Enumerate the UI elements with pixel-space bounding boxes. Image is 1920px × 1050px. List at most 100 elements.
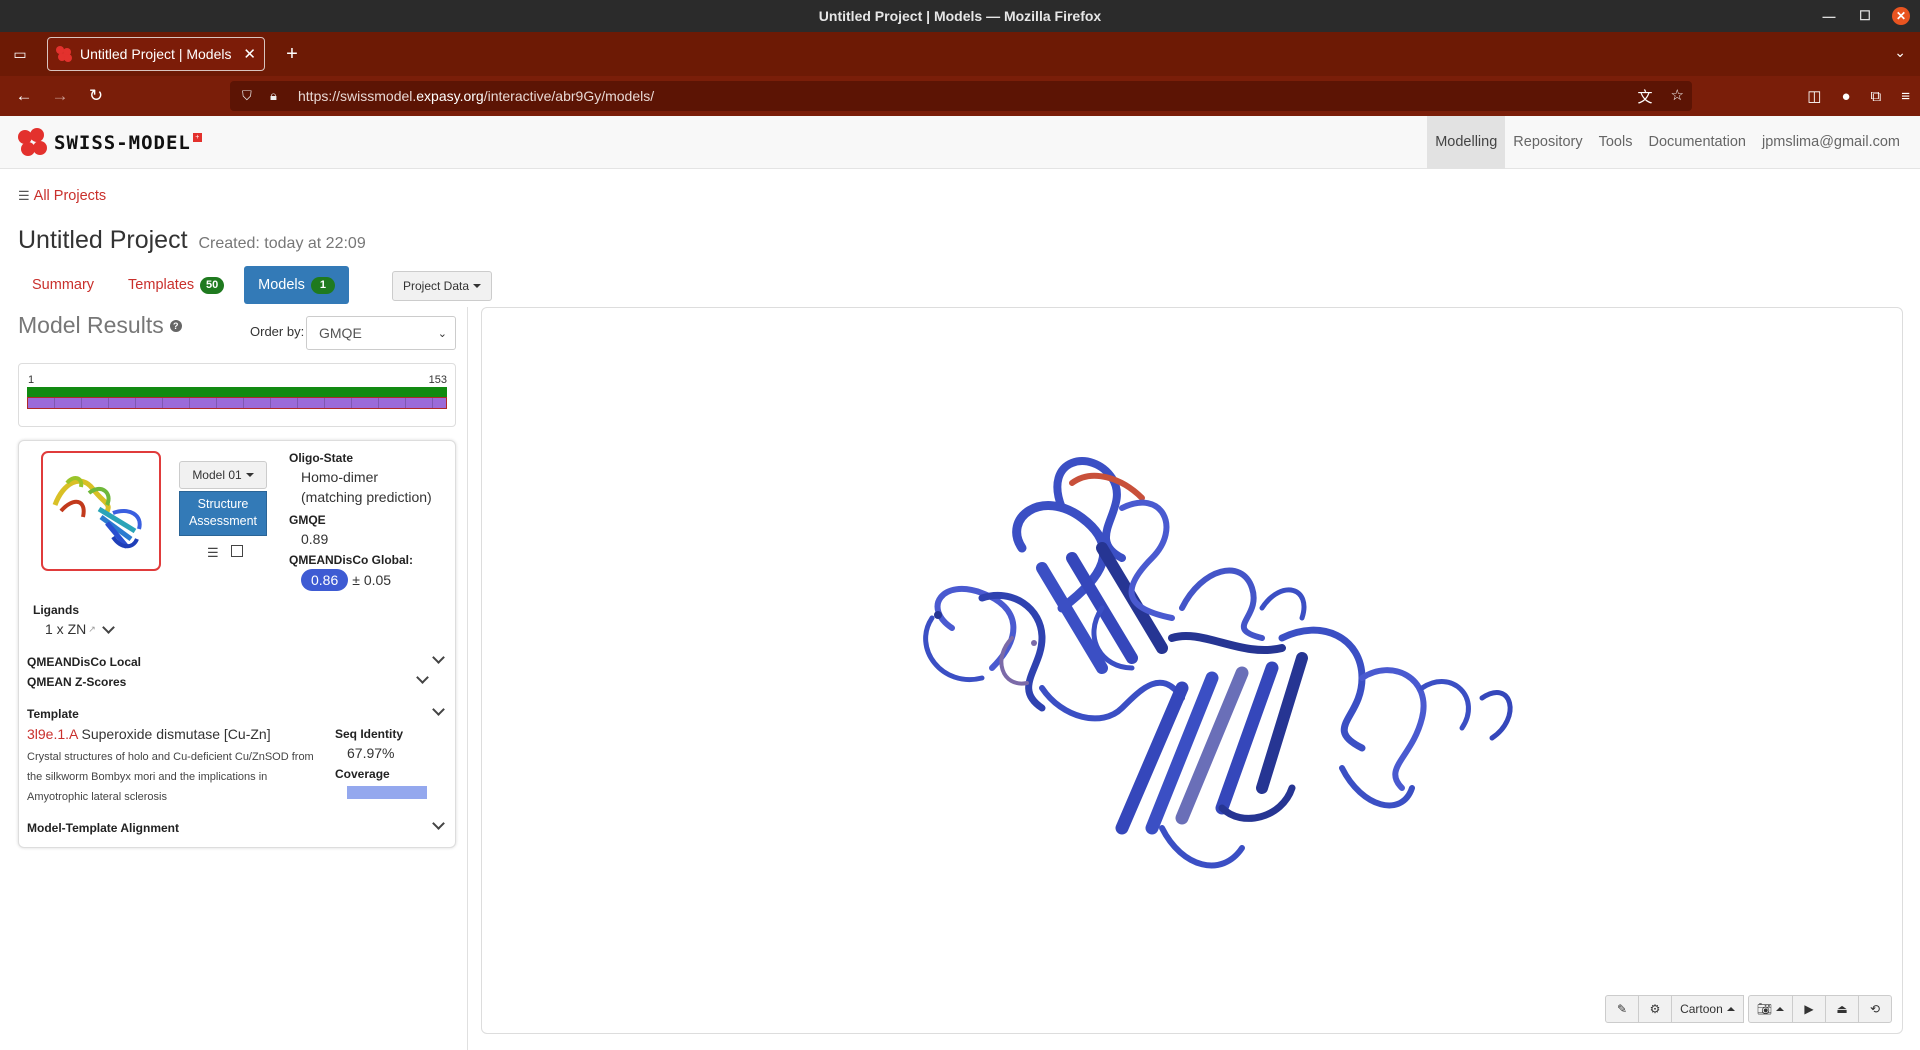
lock-icon[interactable]: 🔒︎	[270, 88, 288, 104]
gmqe: GMQE 0.89	[289, 513, 329, 547]
tab-models[interactable]: Models 1	[244, 266, 349, 304]
model-coverage-bar[interactable]	[27, 397, 447, 409]
extensions-icon[interactable]: ⧉	[1871, 88, 1882, 105]
structure-assessment-button[interactable]: Structure Assessment	[179, 491, 267, 536]
qmean-zscores-row[interactable]: QMEAN Z-Scores	[27, 671, 447, 689]
oligo-state: Oligo-State Homo-dimer (matching predicti…	[289, 451, 432, 505]
project-tabs: Summary Templates 50 Models 1	[18, 266, 349, 304]
template-id-link[interactable]: 3l9e.1.A	[27, 726, 78, 742]
logo-text: SWISS-MODEL	[54, 132, 191, 154]
select-checkbox[interactable]	[230, 545, 243, 557]
maximize-icon[interactable]: ☐	[1856, 7, 1874, 25]
camera-snapshot-icon[interactable]: 📷︎	[1747, 995, 1793, 1023]
all-projects-link[interactable]: All Projects	[34, 188, 107, 204]
external-link-icon[interactable]: ↗	[88, 624, 96, 635]
model-actions: ☰	[207, 545, 243, 561]
chevron-down-icon[interactable]	[432, 651, 445, 664]
shield-icon[interactable]: ⛉	[242, 88, 260, 104]
nav-user-email[interactable]: jpmslima@gmail.com	[1754, 116, 1920, 169]
tab-list-chevron-icon[interactable]: ⌄	[1894, 44, 1906, 61]
template-row[interactable]: Template	[27, 703, 447, 721]
favicon-icon	[56, 46, 72, 62]
edit-pencil-icon[interactable]: ✎	[1605, 995, 1640, 1023]
close-window-icon[interactable]: ✕	[1892, 7, 1910, 25]
model-selector-button[interactable]: Model 01	[179, 461, 267, 489]
structure-viewer[interactable]: ✎ ⚙ Cartoon 📷︎ ▶ ⏏ ⟲	[481, 307, 1903, 1034]
menu-icon[interactable]: ≡	[1901, 88, 1910, 105]
tab-overview-icon[interactable]: ▭	[10, 44, 30, 64]
qmean-global: QMEANDisCo Global: 0.86 ± 0.05	[289, 553, 413, 591]
models-count-badge: 1	[310, 276, 335, 294]
reset-rotate-icon[interactable]: ⟲	[1858, 995, 1892, 1023]
coverage-label: Coverage	[335, 767, 390, 781]
site-logo[interactable]: SWISS-MODEL +	[18, 128, 202, 158]
chevron-down-icon: ⌄	[437, 328, 447, 340]
align-icon[interactable]: ☰	[207, 545, 219, 561]
coverage-start: 1	[28, 374, 35, 386]
nav-modelling[interactable]: Modelling	[1427, 116, 1506, 169]
bookmark-star-icon[interactable]: ☆	[1671, 86, 1684, 107]
pocket-icon[interactable]: ◫	[1807, 87, 1821, 105]
project-data-button[interactable]: Project Data	[392, 271, 493, 301]
tab-templates[interactable]: Templates 50	[114, 266, 238, 304]
panel-divider	[467, 307, 468, 1050]
target-sequence-bar	[27, 387, 447, 397]
back-icon[interactable]: ←	[6, 81, 42, 111]
alignment-row[interactable]: Model-Template Alignment	[27, 817, 447, 835]
play-icon[interactable]: ▶	[1792, 995, 1826, 1023]
reload-icon[interactable]: ↻	[78, 81, 114, 111]
nav-repository[interactable]: Repository	[1505, 116, 1590, 169]
order-by-label: Order by:	[250, 324, 305, 339]
ligands: Ligands 1 x ZN ↗	[33, 603, 115, 637]
swissmodel-logo-icon	[18, 128, 48, 158]
chevron-down-icon[interactable]	[101, 620, 115, 634]
qmean-local-row[interactable]: QMEANDisCo Local	[27, 651, 447, 669]
chevron-down-icon[interactable]	[416, 671, 429, 684]
new-tab-icon[interactable]: +	[280, 42, 304, 66]
swiss-flag-icon: +	[192, 132, 202, 142]
coverage-panel: 1 153	[18, 363, 456, 427]
browser-navbar: ← → ↻ ⛉ 🔒︎ https://swissmodel.expasy.org…	[0, 76, 1920, 116]
url-bar[interactable]: ⛉ 🔒︎ https://swissmodel.expasy.org/inter…	[230, 81, 1692, 111]
settings-gear-icon[interactable]: ⚙	[1638, 995, 1673, 1023]
tab-title: Untitled Project | Models	[80, 46, 232, 62]
breadcrumb[interactable]: ☰ All Projects	[18, 188, 106, 204]
ligand-zn-link[interactable]: 1 x ZN	[45, 621, 86, 637]
help-icon[interactable]: ?	[169, 319, 182, 332]
forward-icon[interactable]: →	[42, 81, 78, 111]
list-icon: ☰	[18, 188, 30, 203]
account-icon[interactable]: ●	[1841, 88, 1850, 105]
site-header: SWISS-MODEL + Modelling Repository Tools…	[0, 116, 1920, 169]
template-description: Crystal structures of holo and Cu-defici…	[27, 751, 314, 803]
template-coverage-bar	[347, 786, 427, 799]
site-nav: Modelling Repository Tools Documentation…	[1427, 116, 1920, 169]
tab-close-icon[interactable]: ✕	[243, 45, 256, 63]
template-title: 3l9e.1.A Superoxide dismutase [Cu-Zn]	[27, 726, 271, 742]
model-thumbnail[interactable]	[41, 451, 161, 571]
window-controls: — ☐ ✕	[1820, 0, 1910, 32]
order-by-select[interactable]: GMQE ⌄	[306, 316, 456, 350]
nav-documentation[interactable]: Documentation	[1640, 116, 1754, 169]
chevron-down-icon[interactable]	[432, 817, 445, 830]
chevron-down-icon[interactable]	[432, 703, 445, 716]
templates-count-badge: 50	[200, 276, 225, 294]
render-mode-button[interactable]: Cartoon	[1671, 995, 1744, 1023]
model-card: Model 01 Structure Assessment ☰ Oligo-St…	[18, 440, 456, 848]
browser-tab[interactable]: Untitled Project | Models ✕	[47, 37, 265, 71]
protein-structure-render[interactable]	[482, 308, 1903, 1034]
url-text[interactable]: https://swissmodel.expasy.org/interactiv…	[298, 88, 654, 104]
qmean-score-badge: 0.86	[301, 569, 349, 591]
seq-identity: Seq Identity 67.97%	[335, 727, 404, 761]
tab-summary[interactable]: Summary	[18, 266, 108, 304]
eject-icon[interactable]: ⏏	[1825, 995, 1859, 1023]
nav-tools[interactable]: Tools	[1591, 116, 1641, 169]
browser-tabstrip: ▭ Untitled Project | Models ✕ + ⌄	[0, 32, 1920, 76]
coverage-end: 153	[428, 374, 447, 386]
minimize-icon[interactable]: —	[1820, 7, 1838, 25]
model-results-title: Model Results ?	[18, 312, 182, 339]
translate-icon[interactable]: 文	[1638, 86, 1653, 107]
window-title: Untitled Project | Models — Mozilla Fire…	[818, 8, 1102, 24]
created-date: Created: today at 22:09	[198, 235, 366, 252]
page-title: Untitled Project Created: today at 22:09	[18, 226, 366, 254]
viewer-toolbar: ✎ ⚙ Cartoon 📷︎ ▶ ⏏ ⟲	[1605, 995, 1892, 1023]
